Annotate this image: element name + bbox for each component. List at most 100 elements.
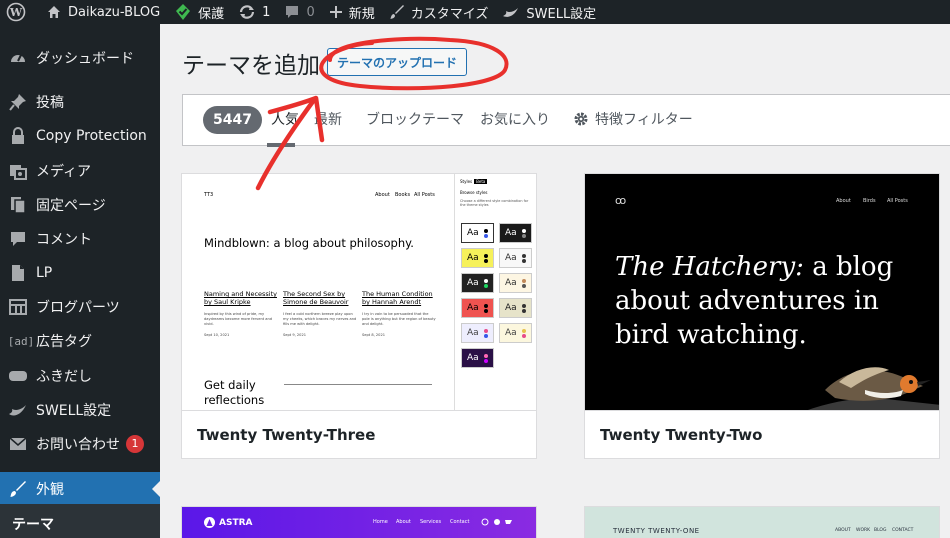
- comments-count: 0: [306, 4, 315, 20]
- preview-post: The Second Sex by Simone de Beauvoir I f…: [283, 290, 357, 337]
- sidebar-item-contact[interactable]: お問い合わせ 1: [0, 427, 160, 461]
- site-name: Daikazu-BLOG: [68, 4, 161, 20]
- submenu-themes[interactable]: テーマ: [0, 504, 160, 538]
- preview-brand-text: ASTRA: [219, 517, 253, 528]
- ad-icon: [ad]: [7, 334, 35, 348]
- style-swatch: Aa: [461, 223, 494, 243]
- brush-icon: [10, 481, 26, 497]
- swatch-label: Aa: [505, 253, 517, 263]
- shield-check-icon: [176, 4, 191, 20]
- sidebar-item-fukidashi[interactable]: ふきだし: [0, 359, 160, 393]
- sidebar-item-dashboard[interactable]: ダッシュボード: [0, 41, 160, 75]
- preview-logo: ꝏ: [615, 194, 627, 207]
- tab-favorites[interactable]: お気に入り: [480, 109, 550, 129]
- wordpress-logo-menu[interactable]: W: [0, 0, 39, 24]
- preview-nav-item: CONTACT: [892, 528, 914, 533]
- astra-logo-icon: [204, 517, 215, 528]
- protect-menu[interactable]: 保護: [167, 0, 231, 24]
- swatch-label: Aa: [467, 353, 479, 363]
- swatch-label: Aa: [467, 278, 479, 288]
- sidebar-item-swell-settings[interactable]: SWELL設定: [0, 393, 160, 427]
- preview-post: Naming and Necessity by Saul Kripke Insp…: [204, 290, 278, 337]
- sidebar-item-label: ふきだし: [36, 369, 92, 385]
- preview-headline-italic: The Hatchery:: [615, 252, 804, 282]
- home-icon: [48, 6, 60, 18]
- bird-illustration-icon: [805, 367, 939, 411]
- sidebar-item-pages[interactable]: 固定ページ: [0, 188, 160, 222]
- preview-post: The Human Condition by Hannah Arendt I t…: [362, 290, 436, 337]
- swatch-label: Aa: [467, 303, 479, 313]
- preview-nav-item: All Posts: [414, 192, 435, 198]
- new-label: 新規: [348, 6, 375, 22]
- site-name-menu[interactable]: Daikazu-BLOG: [39, 0, 167, 24]
- swell-icon: [9, 405, 26, 416]
- style-swatch: Aa: [499, 323, 532, 343]
- swatch-label: Aa: [505, 278, 517, 288]
- sidebar-item-label: お問い合わせ: [36, 437, 120, 453]
- sidebar-item-ad-tags[interactable]: [ad] 広告タグ: [0, 324, 160, 358]
- gear-icon: [574, 112, 588, 126]
- swatch-label: Aa: [505, 328, 517, 338]
- comments-menu[interactable]: 0: [277, 0, 321, 24]
- preview-post-title: The Human Condition by Hannah Arendt: [362, 290, 433, 307]
- sidebar-item-media[interactable]: メディア: [0, 154, 160, 188]
- preview-nav-item: Services: [420, 519, 442, 525]
- sidebar-item-label: メディア: [36, 164, 92, 180]
- dashboard-icon: [11, 54, 25, 62]
- swell-icon: [503, 8, 519, 17]
- sidebar-item-label: 投稿: [36, 95, 64, 111]
- preview-logo: TT3: [204, 192, 214, 198]
- theme-screenshot: ASTRA Home About Services Contact: [182, 507, 536, 538]
- sidebar-item-lp[interactable]: LP: [0, 256, 160, 290]
- style-swatch: Aa: [461, 273, 494, 293]
- comment-icon: [286, 6, 299, 18]
- preview-headline: The Hatchery: a blog about adventures in…: [615, 250, 915, 352]
- theme-card-twenty-twenty-three[interactable]: TT3 About Books All Posts Mindblown: a b…: [181, 173, 537, 459]
- theme-filter-bar: 5447 人気 最新 ブロックテーマ お気に入り 特徴フィルター: [182, 94, 950, 147]
- preview-brand: TWENTY TWENTY-ONE: [613, 527, 700, 535]
- protect-label: 保護: [198, 6, 225, 22]
- theme-card-twenty-twenty-one[interactable]: TWENTY TWENTY-ONE ABOUT WORK BLOG CONTAC…: [584, 506, 940, 538]
- sidebar-item-comments[interactable]: コメント: [0, 222, 160, 256]
- customize-menu[interactable]: カスタマイズ: [382, 0, 496, 24]
- notification-badge: 1: [126, 435, 144, 453]
- sidebar-item-blog-parts[interactable]: ブログパーツ: [0, 290, 160, 324]
- sidebar-item-appearance[interactable]: 外観: [0, 472, 160, 506]
- tab-latest[interactable]: 最新: [314, 109, 342, 129]
- tab-block-themes[interactable]: ブロックテーマ: [366, 109, 464, 129]
- sidebar-item-label: SWELL設定: [36, 403, 112, 419]
- swell-settings-menu[interactable]: SWELL設定: [495, 0, 603, 24]
- sidebar-item-label: ブログパーツ: [36, 300, 120, 316]
- updates-count: 1: [262, 4, 271, 20]
- customize-label: カスタマイズ: [410, 6, 489, 22]
- new-content-menu[interactable]: 新規: [322, 0, 382, 24]
- swatch-label: Aa: [467, 328, 479, 338]
- theme-card-astra[interactable]: ASTRA Home About Services Contact: [181, 506, 537, 538]
- preview-post-date: Sept 8, 2021: [362, 332, 386, 337]
- sidebar-item-label: LP: [36, 265, 53, 281]
- sidebar-item-label: ダッシュボード: [36, 51, 134, 67]
- sidebar-item-posts[interactable]: 投稿: [0, 85, 160, 119]
- upload-theme-button[interactable]: テーマのアップロード: [327, 48, 468, 76]
- preview-nav-item: About: [396, 519, 411, 525]
- current-menu-arrow: [152, 481, 160, 497]
- swatch-label: Aa: [467, 253, 479, 263]
- swatch-label: Aa: [467, 228, 479, 238]
- preview-panel-description: Choose a different style combination for…: [460, 199, 529, 208]
- sidebar-item-label: Copy Protection: [36, 128, 147, 144]
- page-icon: [11, 197, 26, 214]
- theme-count: 5447: [203, 106, 262, 134]
- theme-card-twenty-twenty-two[interactable]: ꝏ About Birds All Posts The Hatchery: a …: [584, 173, 940, 459]
- updates-menu[interactable]: 1: [231, 0, 277, 24]
- tab-popular[interactable]: 人気: [271, 109, 299, 129]
- sidebar-item-copy-protection[interactable]: Copy Protection: [0, 119, 160, 153]
- preview-post-title: The Second Sex by Simone de Beauvoir: [283, 290, 349, 307]
- preview-panel-title-text: Styles: [460, 179, 473, 184]
- style-swatch: Aa: [461, 248, 494, 268]
- feature-filter-button[interactable]: 特徴フィルター: [573, 109, 693, 129]
- admin-bar: W Daikazu-BLOG 保護 1 0 新規 カスタマイズ SWELL設定: [0, 0, 950, 24]
- swell-label: SWELL設定: [526, 6, 597, 22]
- brush-icon: [390, 5, 404, 19]
- wordpress-logo-icon: W: [6, 2, 26, 22]
- preview-footer-text: Get daily reflections: [204, 378, 265, 407]
